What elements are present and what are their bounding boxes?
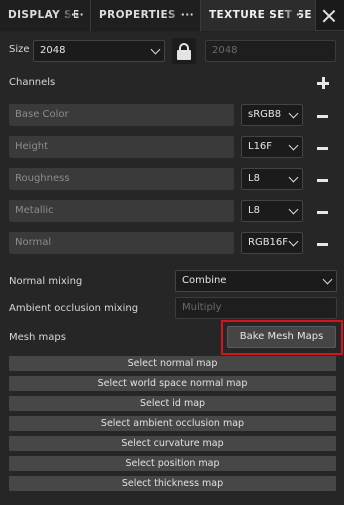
channels-label: Channels [9, 77, 56, 88]
chevron-down-icon [289, 174, 297, 182]
select-thickness-map-button[interactable]: Select thickness map [9, 476, 336, 491]
chevron-down-icon [289, 238, 297, 246]
chevron-down-icon [323, 276, 331, 284]
channel-name: Base Color [15, 109, 69, 120]
tab-properties-more: ··· [180, 9, 194, 21]
normal-mixing-value: Combine [182, 275, 227, 286]
channel-format-value: L8 [248, 205, 260, 216]
select-ambient-occlusion-map-button[interactable]: Select ambient occlusion map [9, 416, 336, 431]
channel-name-field[interactable]: Roughness [9, 168, 234, 190]
bake-mesh-maps-button[interactable]: Bake Mesh Maps [227, 326, 336, 348]
channel-format-value: RGB16F [248, 237, 289, 248]
channel-name-field[interactable]: Height [9, 136, 234, 158]
channel-name-field[interactable]: Normal [9, 232, 234, 254]
minus-icon[interactable] [317, 211, 328, 214]
ao-mixing-field: Multiply [175, 297, 337, 319]
channel-format-value: L16F [248, 141, 273, 152]
tab-display-settings-more: ··· [70, 9, 84, 21]
plus-icon[interactable] [317, 77, 329, 89]
chevron-down-icon [151, 46, 159, 54]
channel-format-select[interactable]: RGB16F [241, 232, 303, 254]
channel-name: Normal [15, 237, 52, 248]
lock-icon[interactable] [172, 38, 196, 64]
select-world-space-normal-map-button[interactable]: Select world space normal map [9, 376, 336, 391]
tab-bar: DISPLAY SE ··· PROPERTIES - ··· TEXTURE … [0, 0, 344, 31]
channel-format-select[interactable]: sRGB8 [241, 104, 303, 126]
size-select-value: 2048 [40, 45, 66, 56]
tab-texture-set-settings[interactable]: TEXTURE SET SE ··· [201, 0, 316, 31]
channel-name: Roughness [15, 173, 70, 184]
tab-properties[interactable]: PROPERTIES - ··· [91, 0, 201, 31]
channel-format-value: L8 [248, 173, 260, 184]
minus-icon[interactable] [317, 243, 328, 246]
mesh-maps-label: Mesh maps [9, 332, 66, 343]
channel-name-field[interactable]: Base Color [9, 104, 234, 126]
minus-icon[interactable] [317, 179, 328, 182]
normal-mixing-label: Normal mixing [9, 276, 83, 287]
channel-format-select[interactable]: L8 [241, 168, 303, 190]
chevron-down-icon [289, 110, 297, 118]
minus-icon[interactable] [317, 147, 328, 150]
size-linked-value: 2048 [212, 45, 238, 56]
minus-icon[interactable] [317, 115, 328, 118]
close-icon[interactable] [320, 7, 338, 25]
chevron-down-icon [289, 206, 297, 214]
select-curvature-map-button[interactable]: Select curvature map [9, 436, 336, 451]
channel-format-select[interactable]: L8 [241, 200, 303, 222]
normal-mixing-select[interactable]: Combine [175, 270, 337, 292]
size-select[interactable]: 2048 [33, 40, 165, 62]
size-linked-field: 2048 [205, 40, 336, 62]
channel-name: Metallic [15, 205, 54, 216]
channel-name: Height [15, 141, 49, 152]
ao-mixing-value: Multiply [182, 302, 222, 313]
texture-set-settings-panel: Size 2048 2048 Channels Base Color sRGB8… [0, 32, 344, 505]
ao-mixing-label: Ambient occlusion mixing [9, 303, 139, 314]
bake-highlight: Bake Mesh Maps [221, 320, 343, 355]
size-label: Size [9, 44, 30, 55]
channel-format-select[interactable]: L16F [241, 136, 303, 158]
select-position-map-button[interactable]: Select position map [9, 456, 336, 471]
select-id-map-button[interactable]: Select id map [9, 396, 336, 411]
tab-display-settings[interactable]: DISPLAY SE ··· [0, 0, 91, 31]
chevron-down-icon [289, 142, 297, 150]
channel-format-value: sRGB8 [248, 109, 282, 120]
channel-name-field[interactable]: Metallic [9, 200, 234, 222]
tab-texture-set-settings-more: ··· [295, 9, 309, 21]
select-normal-map-button[interactable]: Select normal map [9, 356, 336, 371]
